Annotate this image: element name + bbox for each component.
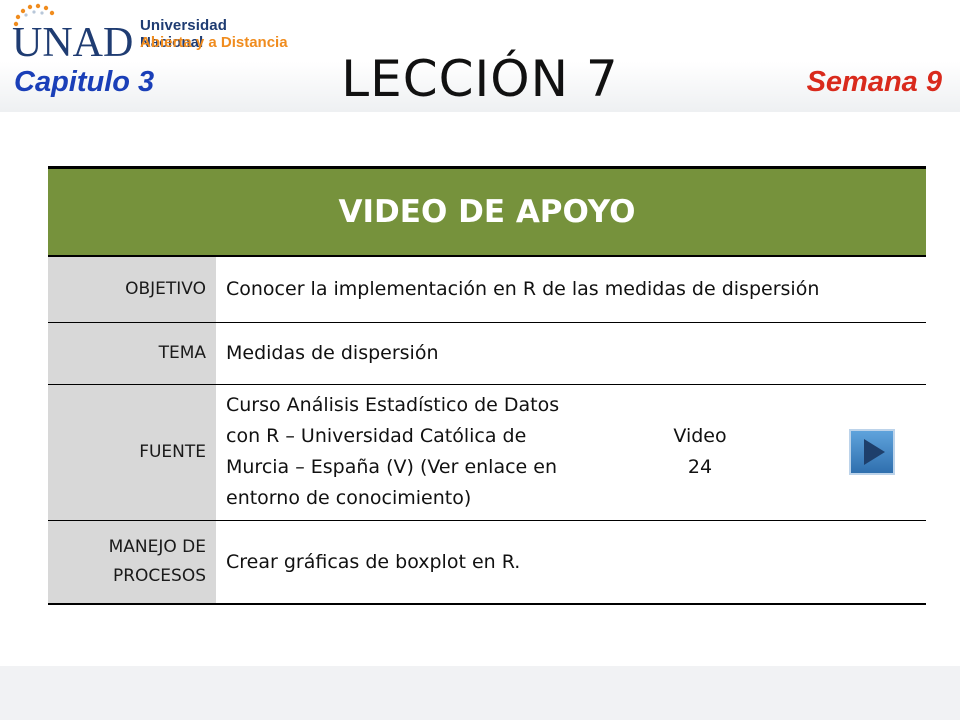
- tema-value: Medidas de dispersión: [216, 322, 926, 385]
- fuente-line: con R – Universidad Católica de: [226, 425, 527, 447]
- objetivo-value: Conocer la implementación en R de las me…: [216, 256, 926, 323]
- objetivo-label: OBJETIVO: [48, 256, 216, 323]
- video-reference: Video 24: [640, 421, 760, 483]
- manejo-label-line: PROCESOS: [112, 565, 206, 586]
- fuente-line: Murcia – España (V) (Ver enlace en: [226, 456, 558, 478]
- support-video-table: VIDEO DE APOYO OBJETIVO Conocer la imple…: [48, 166, 926, 605]
- fuente-value: Curso Análisis Estadístico de Datos con …: [216, 384, 926, 521]
- manejo-label: MANEJO DE PROCESOS: [48, 520, 216, 605]
- fuente-label: FUENTE: [48, 384, 216, 521]
- table-row-manejo: MANEJO DE PROCESOS Crear gráficas de box…: [48, 520, 926, 605]
- video-number: 24: [687, 456, 713, 478]
- fuente-source-text: Curso Análisis Estadístico de Datos con …: [226, 390, 616, 514]
- logo-university-subtitle: Abierta y a Distancia: [140, 34, 288, 51]
- tema-label: TEMA: [48, 322, 216, 385]
- manejo-label-line: MANEJO DE: [108, 536, 206, 557]
- footer-band: [0, 666, 960, 720]
- play-button-icon[interactable]: [848, 428, 896, 476]
- table-title: VIDEO DE APOYO: [48, 166, 926, 257]
- fuente-line: entorno de conocimiento): [226, 487, 472, 509]
- fuente-line: Curso Análisis Estadístico de Datos: [226, 394, 560, 416]
- manejo-value: Crear gráficas de boxplot en R.: [216, 520, 926, 605]
- table-row-tema: TEMA Medidas de dispersión: [48, 322, 926, 385]
- table-row-objetivo: OBJETIVO Conocer la implementación en R …: [48, 256, 926, 323]
- video-label: Video: [673, 425, 727, 447]
- table-row-fuente: FUENTE Curso Análisis Estadístico de Dat…: [48, 384, 926, 521]
- week-label: Semana 9: [806, 66, 942, 98]
